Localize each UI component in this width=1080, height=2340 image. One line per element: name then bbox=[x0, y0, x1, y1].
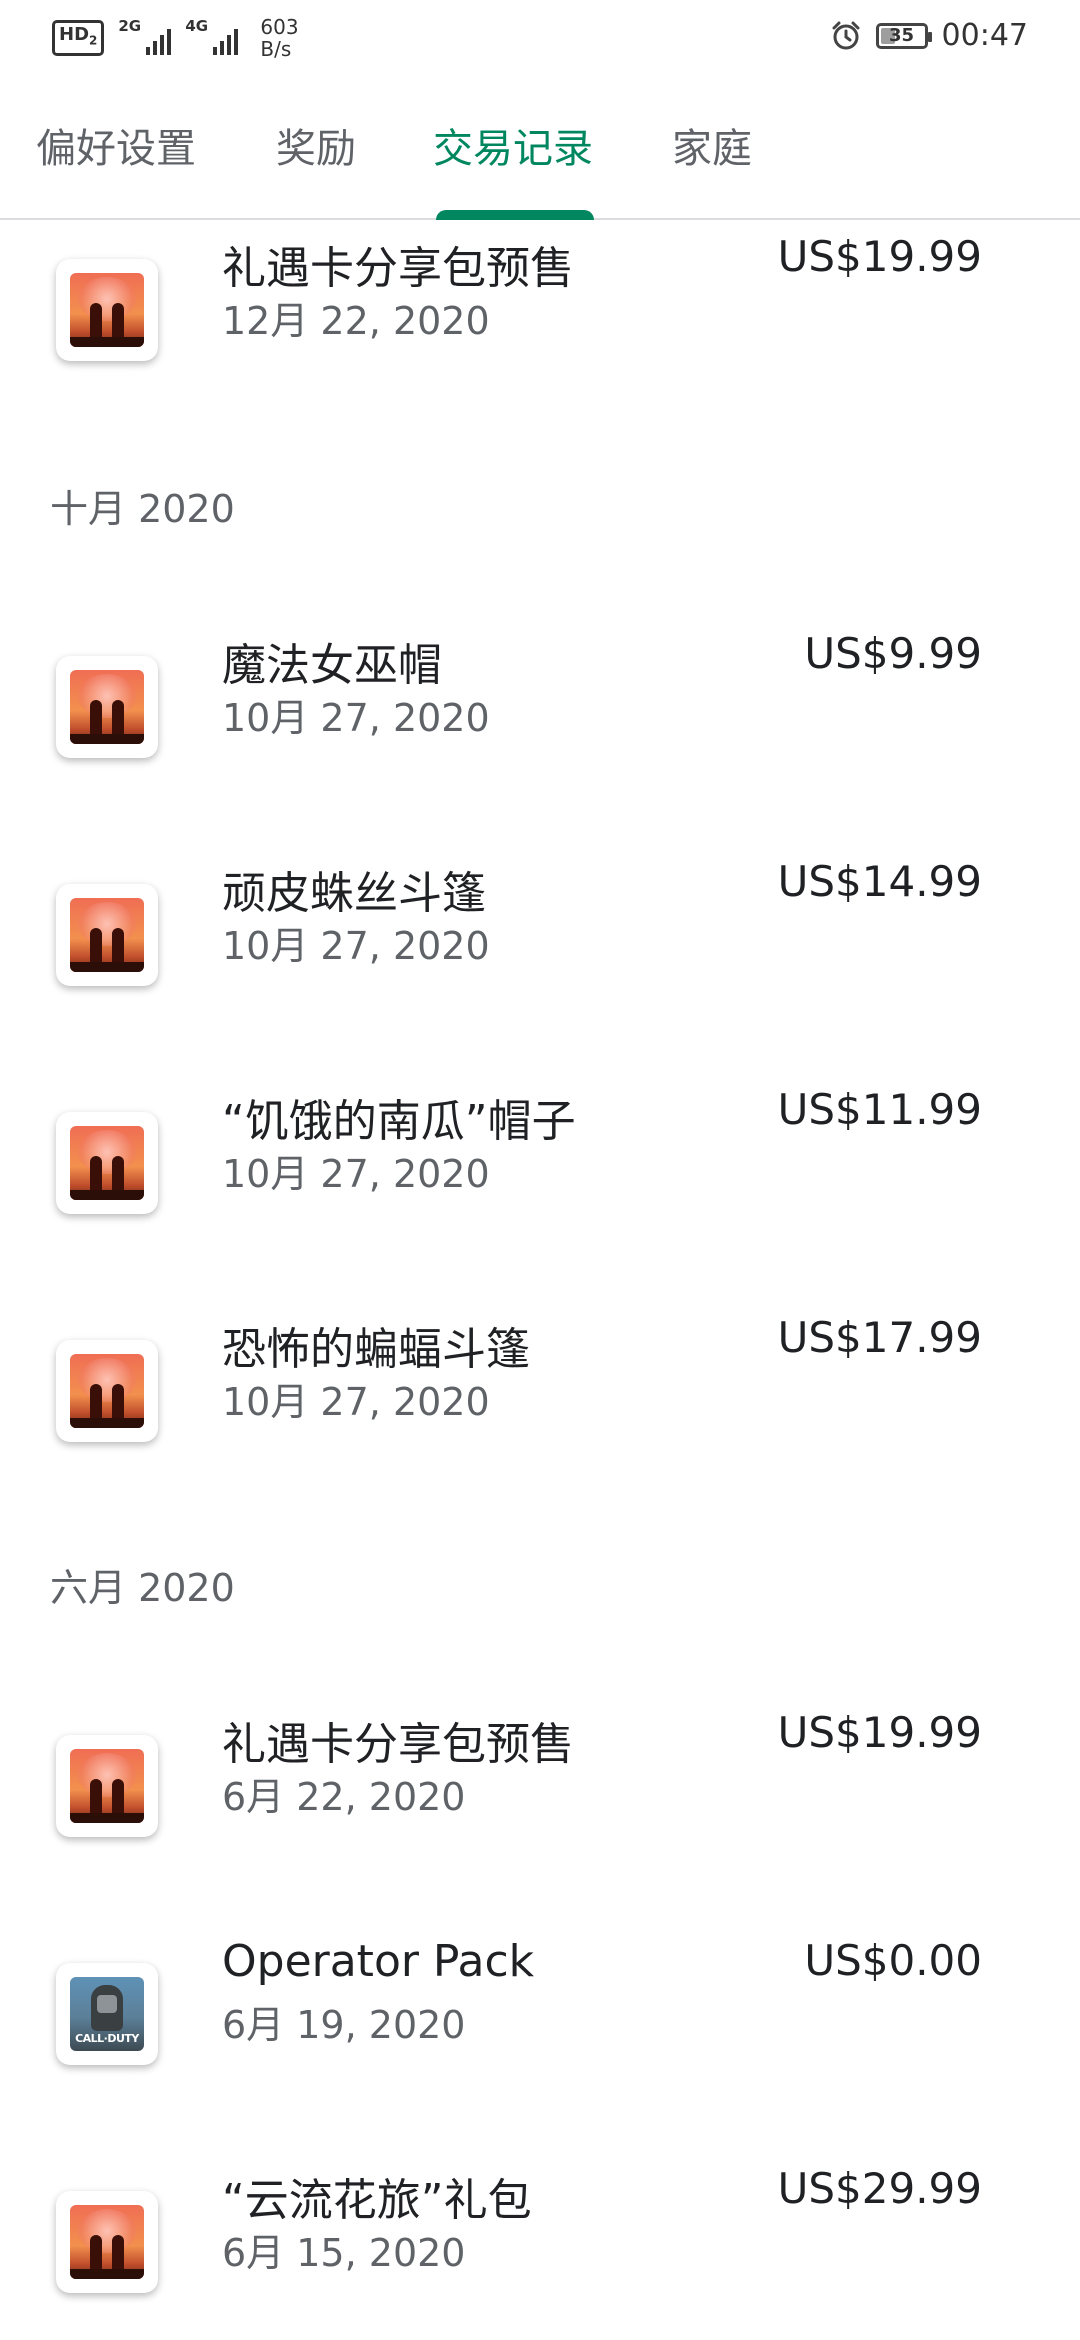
item-title: “饥饿的南瓜”帽子 bbox=[222, 1096, 576, 1147]
item-price: US$9.99 bbox=[804, 629, 982, 678]
tab-bar: 偏好设置 奖励 交易记录 家庭 bbox=[0, 78, 1080, 220]
item-price: US$29.99 bbox=[777, 2164, 982, 2213]
sky-game-icon bbox=[56, 1735, 158, 1837]
transaction-row[interactable]: 魔法女巫帽 10月 27, 2020 US$9.99 bbox=[0, 629, 1080, 835]
sky-game-icon bbox=[56, 259, 158, 361]
item-price: US$14.99 bbox=[777, 857, 982, 906]
status-bar-left: HD2 2G 4G 603 B/s bbox=[52, 16, 299, 60]
item-price: US$17.99 bbox=[777, 1313, 982, 1362]
tab-rewards[interactable]: 奖励 bbox=[276, 116, 356, 174]
item-date: 10月 27, 2020 bbox=[222, 924, 490, 968]
transaction-row[interactable]: 顽皮蛛丝斗篷 10月 27, 2020 US$14.99 bbox=[0, 857, 1080, 1063]
item-date: 10月 27, 2020 bbox=[222, 696, 490, 740]
section-header: 六月 2020 bbox=[50, 1566, 235, 1610]
sky-game-icon bbox=[56, 656, 158, 758]
transaction-list[interactable]: 礼遇卡分享包预售 12月 22, 2020 US$19.99 十月 2020 魔… bbox=[0, 220, 1080, 2340]
transaction-row[interactable]: CALL·DUTY Operator Pack 6月 19, 2020 US$0… bbox=[0, 1936, 1080, 2142]
item-title: 魔法女巫帽 bbox=[222, 640, 442, 691]
item-title: 礼遇卡分享包预售 bbox=[222, 1719, 574, 1770]
transaction-row[interactable]: “云流花旅”礼包 6月 15, 2020 US$29.99 bbox=[0, 2164, 1080, 2340]
tab-transactions[interactable]: 交易记录 bbox=[433, 116, 593, 174]
tab-preferences[interactable]: 偏好设置 bbox=[36, 116, 196, 174]
hd-badge: HD2 bbox=[52, 20, 105, 56]
sky-game-icon bbox=[56, 1340, 158, 1442]
item-title: “云流花旅”礼包 bbox=[222, 2175, 532, 2226]
transaction-row[interactable]: 恐怖的蝙蝠斗篷 10月 27, 2020 US$17.99 bbox=[0, 1313, 1080, 1519]
item-date: 6月 15, 2020 bbox=[222, 2231, 466, 2275]
transaction-row[interactable]: 礼遇卡分享包预售 12月 22, 2020 US$19.99 bbox=[0, 232, 1080, 438]
sky-game-icon bbox=[56, 1112, 158, 1214]
transaction-row[interactable]: “饥饿的南瓜”帽子 10月 27, 2020 US$11.99 bbox=[0, 1085, 1080, 1291]
item-title: 礼遇卡分享包预售 bbox=[222, 243, 574, 294]
item-date: 6月 22, 2020 bbox=[222, 1775, 466, 1819]
item-date: 6月 19, 2020 bbox=[222, 2003, 466, 2047]
tab-family[interactable]: 家庭 bbox=[672, 116, 752, 174]
item-date: 12月 22, 2020 bbox=[222, 299, 490, 343]
alarm-icon bbox=[832, 21, 860, 49]
network-speed: 603 B/s bbox=[260, 15, 299, 61]
sky-game-icon bbox=[56, 2191, 158, 2293]
item-price: US$19.99 bbox=[777, 1708, 982, 1757]
call-of-duty-icon: CALL·DUTY bbox=[56, 1963, 158, 2065]
item-price: US$19.99 bbox=[777, 232, 982, 281]
section-header: 十月 2020 bbox=[50, 487, 235, 531]
battery-icon: 35 bbox=[875, 22, 932, 49]
clock: 00:47 bbox=[941, 18, 1028, 53]
item-price: US$11.99 bbox=[777, 1085, 982, 1134]
status-bar-right: 35 00:47 bbox=[830, 18, 1028, 53]
item-title: Operator Pack bbox=[222, 1936, 535, 1987]
signal-icon: 2G bbox=[118, 17, 172, 55]
sky-game-icon bbox=[56, 884, 158, 986]
item-title: 顽皮蛛丝斗篷 bbox=[222, 868, 486, 919]
status-bar: HD2 2G 4G 603 B/s 35 00:47 bbox=[0, 0, 1080, 78]
item-date: 10月 27, 2020 bbox=[222, 1380, 490, 1424]
transaction-row[interactable]: 礼遇卡分享包预售 6月 22, 2020 US$19.99 bbox=[0, 1708, 1080, 1914]
item-price: US$0.00 bbox=[804, 1936, 982, 1985]
signal-icon: 4G bbox=[185, 17, 239, 55]
active-tab-indicator bbox=[436, 210, 594, 220]
item-title: 恐怖的蝙蝠斗篷 bbox=[222, 1324, 530, 1375]
item-date: 10月 27, 2020 bbox=[222, 1152, 490, 1196]
